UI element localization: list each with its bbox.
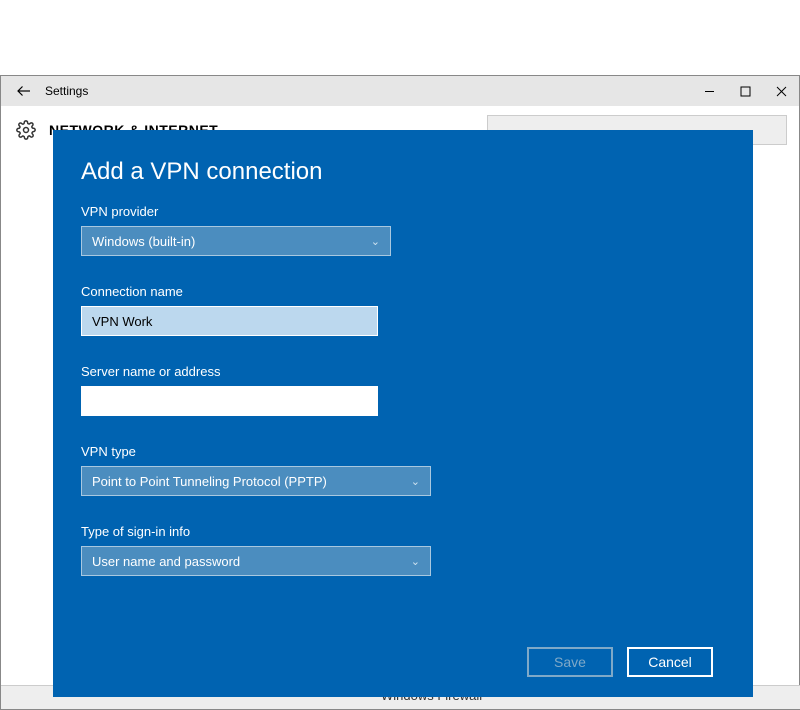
server-label: Server name or address (81, 364, 725, 379)
vpn-type-value: Point to Point Tunneling Protocol (PPTP) (92, 474, 327, 489)
connection-name-label: Connection name (81, 284, 725, 299)
titlebar: Settings (1, 76, 799, 106)
server-input[interactable] (81, 386, 378, 416)
chevron-down-icon: ⌄ (411, 555, 420, 568)
dialog-title: Add a VPN connection (81, 158, 725, 186)
vpn-provider-select[interactable]: Windows (built-in) ⌄ (81, 226, 391, 256)
minimize-button[interactable] (691, 76, 727, 106)
window-title: Settings (45, 84, 88, 98)
gear-icon (15, 119, 37, 141)
connection-name-block: Connection name (81, 284, 725, 336)
vpn-provider-value: Windows (built-in) (92, 234, 195, 249)
maximize-button[interactable] (727, 76, 763, 106)
vpn-type-label: VPN type (81, 444, 725, 459)
signin-select[interactable]: User name and password ⌄ (81, 546, 431, 576)
signin-value: User name and password (92, 554, 240, 569)
chevron-down-icon: ⌄ (411, 475, 420, 488)
server-block: Server name or address (81, 364, 725, 416)
vpn-type-select[interactable]: Point to Point Tunneling Protocol (PPTP)… (81, 466, 431, 496)
dialog-buttons: Save Cancel (527, 647, 713, 677)
vpn-provider-block: VPN provider Windows (built-in) ⌄ (81, 204, 725, 256)
save-button: Save (527, 647, 613, 677)
signin-label: Type of sign-in info (81, 524, 725, 539)
close-button[interactable] (763, 76, 799, 106)
add-vpn-dialog: Add a VPN connection VPN provider Window… (53, 130, 753, 697)
connection-name-input[interactable] (81, 306, 378, 336)
window-controls (691, 76, 799, 106)
vpn-type-block: VPN type Point to Point Tunneling Protoc… (81, 444, 725, 496)
cancel-button[interactable]: Cancel (627, 647, 713, 677)
settings-window: Settings NETWORK & INTERNET Windows Fire… (0, 75, 800, 710)
back-button[interactable] (7, 82, 41, 100)
vpn-provider-label: VPN provider (81, 204, 725, 219)
chevron-down-icon: ⌄ (371, 235, 380, 248)
signin-block: Type of sign-in info User name and passw… (81, 524, 725, 576)
